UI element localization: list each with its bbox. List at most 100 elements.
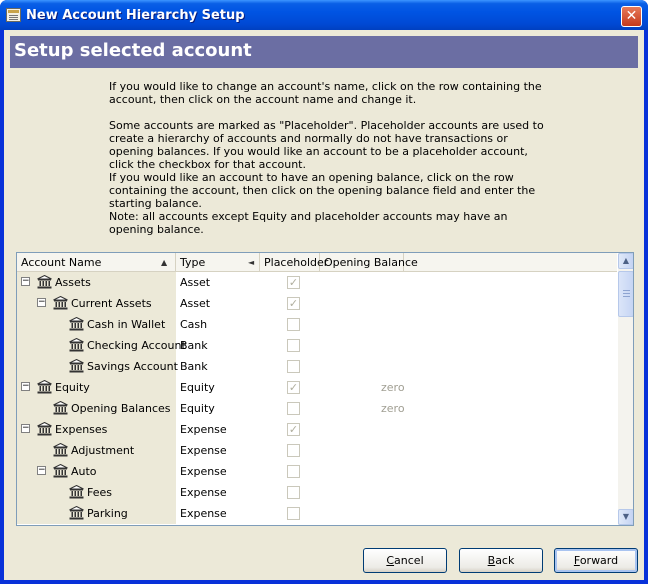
- placeholder-checkbox[interactable]: ✓: [287, 276, 300, 289]
- close-button[interactable]: ✕: [621, 6, 642, 27]
- placeholder-checkbox[interactable]: [287, 402, 300, 415]
- account-name[interactable]: Auto: [71, 461, 97, 482]
- scroll-grip: [623, 296, 630, 297]
- collapse-toggle-icon[interactable]: −: [21, 382, 30, 391]
- back-button-label: ack: [495, 554, 515, 567]
- tree-row[interactable]: Checking Account Bank: [17, 335, 617, 356]
- scroll-thumb[interactable]: [618, 271, 633, 317]
- forward-button[interactable]: Forward: [554, 548, 638, 573]
- account-name[interactable]: Cash in Wallet: [87, 314, 165, 335]
- account-name[interactable]: Parking: [87, 503, 128, 524]
- collapse-toggle-icon[interactable]: −: [21, 277, 30, 286]
- account-name-cell[interactable]: − Current Assets: [17, 293, 176, 314]
- placeholder-checkbox[interactable]: [287, 465, 300, 478]
- column-header-type-label: Type: [180, 256, 206, 269]
- title-bar[interactable]: New Account Hierarchy Setup ✕: [0, 0, 648, 30]
- tree-row[interactable]: Parking Expense: [17, 503, 617, 524]
- tree-row[interactable]: − Expenses Expense ✓: [17, 419, 617, 440]
- checkmark-icon: ✓: [288, 276, 299, 289]
- account-type: Asset: [180, 297, 211, 310]
- tree-row[interactable]: Fees Expense: [17, 482, 617, 503]
- account-bank-icon: [37, 380, 52, 394]
- account-bank-icon: [37, 422, 52, 436]
- placeholder-checkbox[interactable]: [287, 507, 300, 520]
- account-name[interactable]: Savings Account: [87, 356, 178, 377]
- account-type: Expense: [180, 507, 227, 520]
- tree-row[interactable]: − Assets Asset ✓: [17, 272, 617, 293]
- account-type: Expense: [180, 486, 227, 499]
- checkmark-icon: ✓: [288, 381, 299, 394]
- tree-row[interactable]: − Current Assets Asset ✓: [17, 293, 617, 314]
- checkmark-icon: ✓: [288, 297, 299, 310]
- collapse-toggle-icon[interactable]: −: [37, 298, 46, 307]
- account-name-cell[interactable]: − Equity: [17, 377, 176, 398]
- forward-button-label: orward: [579, 554, 619, 567]
- column-header-account-name[interactable]: Account Name ▲: [17, 253, 176, 272]
- column-header-placeholder[interactable]: Placeholder: [260, 253, 328, 272]
- scroll-down-button[interactable]: ▼: [618, 509, 633, 525]
- account-name-cell[interactable]: − Auto: [17, 461, 176, 482]
- account-name-cell[interactable]: Fees: [17, 482, 176, 503]
- placeholder-checkbox[interactable]: ✓: [287, 297, 300, 310]
- window-title: New Account Hierarchy Setup: [26, 8, 245, 23]
- account-name[interactable]: Checking Account: [87, 335, 186, 356]
- sort-ascending-icon: ▲: [161, 258, 168, 267]
- scroll-grip: [623, 293, 630, 294]
- cancel-button[interactable]: Cancel: [363, 548, 447, 573]
- checkmark-icon: ✓: [288, 423, 299, 436]
- account-name[interactable]: Adjustment: [71, 440, 134, 461]
- page-title: Setup selected account: [10, 36, 638, 68]
- account-type: Bank: [180, 339, 208, 352]
- collapse-toggle-icon[interactable]: −: [21, 424, 30, 433]
- instructions-placeholder: Some accounts are marked as "Placeholder…: [109, 119, 544, 171]
- account-name[interactable]: Opening Balances: [71, 398, 171, 419]
- placeholder-checkbox[interactable]: ✓: [287, 381, 300, 394]
- tree-row[interactable]: Savings Account Bank: [17, 356, 617, 377]
- account-name-cell[interactable]: − Assets: [17, 272, 176, 293]
- opening-balance-value[interactable]: zero: [381, 398, 405, 419]
- account-bank-icon: [53, 443, 68, 457]
- account-type: Equity: [180, 381, 215, 394]
- account-name[interactable]: Expenses: [55, 419, 107, 440]
- account-tree[interactable]: Account Name ▲ Type ◄ Placeholder Openin…: [16, 252, 634, 526]
- vertical-scrollbar[interactable]: ▲ ▼: [618, 253, 633, 525]
- tree-row[interactable]: − Auto Expense: [17, 461, 617, 482]
- account-name-cell[interactable]: Checking Account: [17, 335, 186, 356]
- account-name[interactable]: Assets: [55, 272, 91, 293]
- account-name[interactable]: Equity: [55, 377, 90, 398]
- account-type: Expense: [180, 444, 227, 457]
- back-button[interactable]: Back: [459, 548, 543, 573]
- account-name-cell[interactable]: Savings Account: [17, 356, 178, 377]
- placeholder-checkbox[interactable]: [287, 360, 300, 373]
- dialog-window: New Account Hierarchy Setup ✕ Setup sele…: [0, 0, 648, 584]
- placeholder-checkbox[interactable]: [287, 318, 300, 331]
- account-type: Cash: [180, 318, 208, 331]
- column-header-type[interactable]: Type ◄: [176, 253, 260, 272]
- tree-row[interactable]: Adjustment Expense: [17, 440, 617, 461]
- account-name-cell[interactable]: Cash in Wallet: [17, 314, 176, 335]
- placeholder-checkbox[interactable]: [287, 339, 300, 352]
- column-header-opening-balance[interactable]: Opening Balance: [320, 253, 418, 272]
- account-name-cell[interactable]: Adjustment: [17, 440, 176, 461]
- instructions-opening-balance: If you would like an account to have an …: [109, 171, 536, 210]
- account-name[interactable]: Fees: [87, 482, 112, 503]
- placeholder-checkbox[interactable]: [287, 444, 300, 457]
- account-bank-icon: [53, 401, 68, 415]
- tree-row[interactable]: − Equity Equity ✓ zero: [17, 377, 617, 398]
- tree-row[interactable]: Opening Balances Equity zero: [17, 398, 617, 419]
- account-type: Asset: [180, 276, 211, 289]
- account-type: Expense: [180, 465, 227, 478]
- collapse-toggle-icon[interactable]: −: [37, 466, 46, 475]
- account-name[interactable]: Current Assets: [71, 293, 152, 314]
- opening-balance-value[interactable]: zero: [381, 377, 405, 398]
- account-name-cell[interactable]: − Expenses: [17, 419, 176, 440]
- account-bank-icon: [53, 464, 68, 478]
- tree-row[interactable]: Cash in Wallet Cash: [17, 314, 617, 335]
- account-name-cell[interactable]: Opening Balances: [17, 398, 176, 419]
- account-name-cell[interactable]: Parking: [17, 503, 176, 524]
- account-bank-icon: [53, 296, 68, 310]
- scroll-up-button[interactable]: ▲: [618, 253, 633, 269]
- placeholder-checkbox[interactable]: [287, 486, 300, 499]
- placeholder-checkbox[interactable]: ✓: [287, 423, 300, 436]
- account-type: Equity: [180, 402, 215, 415]
